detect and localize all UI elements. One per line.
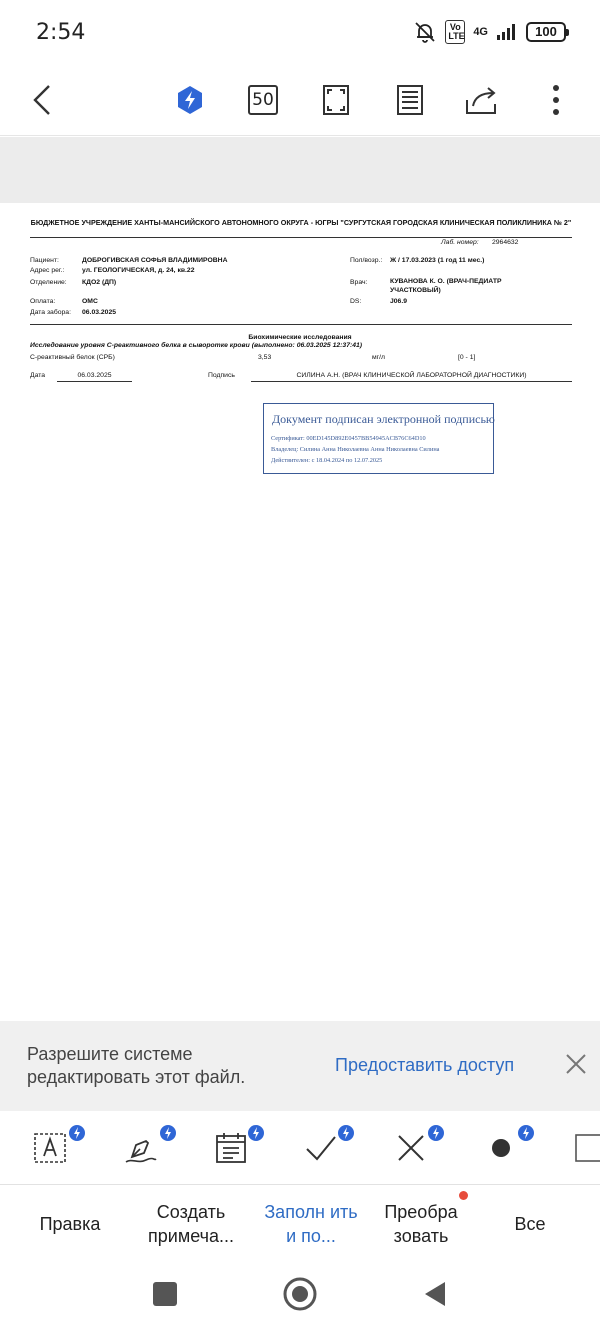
permission-message: Разрешите системе редактировать этот фай… — [27, 1044, 246, 1087]
address-label: Адрес рег.: — [30, 267, 65, 274]
recent-apps-icon[interactable] — [153, 1282, 177, 1306]
tab-fill-sign[interactable]: Заполн ить и по... — [259, 1200, 363, 1248]
fullscreen-button[interactable] — [314, 78, 358, 122]
dot-icon — [492, 1139, 510, 1157]
cross-tool[interactable] — [394, 1125, 444, 1171]
section-title: Биохимические исследования — [248, 334, 352, 341]
lightning-badge-icon — [248, 1125, 264, 1141]
status-icons: Vo LTE 4G 100 — [413, 20, 569, 44]
stamp-certificate: Сертификат: 00ED145D892E0457BB54945ACB76… — [271, 435, 426, 442]
calendar-icon — [216, 1133, 246, 1163]
digital-signature-stamp: Документ подписан электронной подписью С… — [263, 403, 495, 474]
signal-icon — [497, 24, 515, 40]
notification-dot — [459, 1191, 468, 1200]
collection-date: 06.03.2025 — [82, 309, 117, 316]
more-options-button[interactable] — [534, 78, 578, 122]
department: КДО2 (ДП) — [82, 279, 117, 286]
battery-indicator: 100 — [526, 22, 569, 42]
result-unit: мг/л — [372, 354, 386, 361]
status-bar: 2:54 Vo LTE 4G 100 — [0, 0, 600, 66]
lightning-badge-icon — [160, 1125, 176, 1141]
dot-tool[interactable] — [484, 1125, 534, 1171]
text-field-tool[interactable] — [33, 1125, 85, 1171]
reading-mode-button[interactable] — [388, 78, 432, 122]
grant-access-button[interactable]: Предоставить доступ — [335, 1055, 514, 1076]
back-nav-icon[interactable] — [423, 1280, 447, 1308]
lightning-badge-icon — [69, 1125, 85, 1141]
top-toolbar: 50 — [0, 66, 600, 136]
payment-label: Оплата: — [30, 298, 56, 305]
tab-edit[interactable]: Правка — [20, 1212, 120, 1236]
header-rule — [30, 237, 572, 238]
status-time: 2:54 — [36, 20, 86, 45]
section-rule — [30, 324, 572, 325]
page-count-button[interactable]: 50 — [241, 78, 285, 122]
bottom-tabs: Правка Создать примеча... Заполн ить и п… — [0, 1186, 600, 1262]
checkmark-icon — [306, 1136, 336, 1161]
stamp-validity: Действителен: с 18.04.2024 по 12.07.2025 — [271, 457, 383, 464]
doctor-label: Врач: — [350, 279, 368, 286]
tab-all[interactable]: Все — [490, 1212, 570, 1236]
checkmark-tool[interactable] — [304, 1125, 354, 1171]
document-page: БЮДЖЕТНОЕ УЧРЕЖДЕНИЕ ХАНТЫ-МАНСИЙСКОГО А… — [0, 203, 600, 1021]
date-value: 06.03.2025 — [57, 372, 132, 382]
fill-sign-tools — [0, 1111, 600, 1185]
result-reference: [0 - 1] — [458, 354, 476, 361]
patient-name: ДОБРОГИВСКАЯ СОФЬЯ ВЛАДИМИРОВНА — [82, 257, 228, 264]
ds-label: DS: — [350, 298, 362, 305]
tab-annotate[interactable]: Создать примеча... — [138, 1200, 244, 1248]
back-button[interactable] — [20, 78, 64, 122]
share-icon — [466, 87, 496, 114]
home-icon[interactable] — [283, 1277, 317, 1311]
sex-age-label: Пол/возр.: — [350, 257, 383, 264]
text-box-icon — [34, 1133, 66, 1163]
cross-icon — [398, 1135, 424, 1161]
fullscreen-icon — [323, 85, 349, 115]
address: ул. ГЕОЛОГИЧЕСКАЯ, д. 24, кв.22 — [82, 267, 195, 274]
result-value: 3,53 — [258, 354, 272, 361]
page-count: 50 — [248, 85, 278, 115]
sex-age: Ж / 17.03.2023 (1 год 11 мес.) — [390, 257, 485, 264]
document-lines-icon — [397, 85, 423, 115]
payment: ОМС — [82, 298, 98, 305]
stamp-owner: Владелец: Силина Анна Николаевна Анна Ни… — [271, 446, 440, 453]
lightning-badge-icon — [518, 1125, 534, 1141]
tab-convert[interactable]: Преобра зовать — [376, 1200, 466, 1248]
lab-number-label: Лаб. номер: — [441, 239, 479, 246]
stamp-title: Документ подписан электронной подписью — [272, 412, 495, 426]
permission-banner: Разрешите системе редактировать этот фай… — [0, 1021, 600, 1111]
org-header: БЮДЖЕТНОЕ УЧРЕЖДЕНИЕ ХАНТЫ-МАНСИЙСКОГО А… — [30, 218, 572, 227]
rectangle-tool[interactable] — [574, 1125, 600, 1171]
date-tool[interactable] — [214, 1125, 264, 1171]
share-button[interactable] — [461, 78, 505, 122]
lightning-icon — [178, 86, 202, 114]
close-banner-button[interactable] — [563, 1051, 589, 1077]
lab-number: 2964632 — [492, 239, 519, 246]
more-vertical-icon — [553, 85, 559, 115]
rectangle-icon — [575, 1134, 600, 1162]
doctor-line-1: КУВАНОВА К. О. (ВРАЧ-ПЕДИАТР — [390, 278, 502, 285]
patient-label: Пациент: — [30, 257, 59, 264]
signature-value: СИЛИНА А.Н. (ВРАЧ КЛИНИЧЕСКОЙ ЛАБОРАТОРН… — [251, 372, 572, 382]
department-label: Отделение: — [30, 279, 67, 286]
ds-code: J06.9 — [390, 298, 408, 305]
network-type: 4G — [473, 25, 488, 38]
lightning-badge-icon — [428, 1125, 444, 1141]
system-nav-bar — [0, 1262, 600, 1332]
signature-tool[interactable] — [124, 1125, 176, 1171]
study-title: Исследование уровня С-реактивного белка … — [30, 342, 363, 349]
premium-button[interactable] — [168, 78, 212, 122]
signature-label: Подпись — [208, 372, 235, 379]
doctor-line-2: УЧАСТКОВЫЙ) — [390, 287, 441, 294]
lightning-badge-icon — [338, 1125, 354, 1141]
result-name: С-реактивный белок (СРБ) — [30, 354, 115, 361]
back-arrow-icon — [33, 85, 50, 115]
bell-muted-icon — [415, 22, 435, 43]
collection-date-label: Дата забора: — [30, 309, 71, 316]
pen-nib-icon — [125, 1139, 157, 1163]
close-icon — [566, 1054, 586, 1074]
page-gap — [0, 137, 600, 203]
volte-badge: Vo LTE — [445, 20, 466, 44]
date-label: Дата — [30, 372, 46, 379]
